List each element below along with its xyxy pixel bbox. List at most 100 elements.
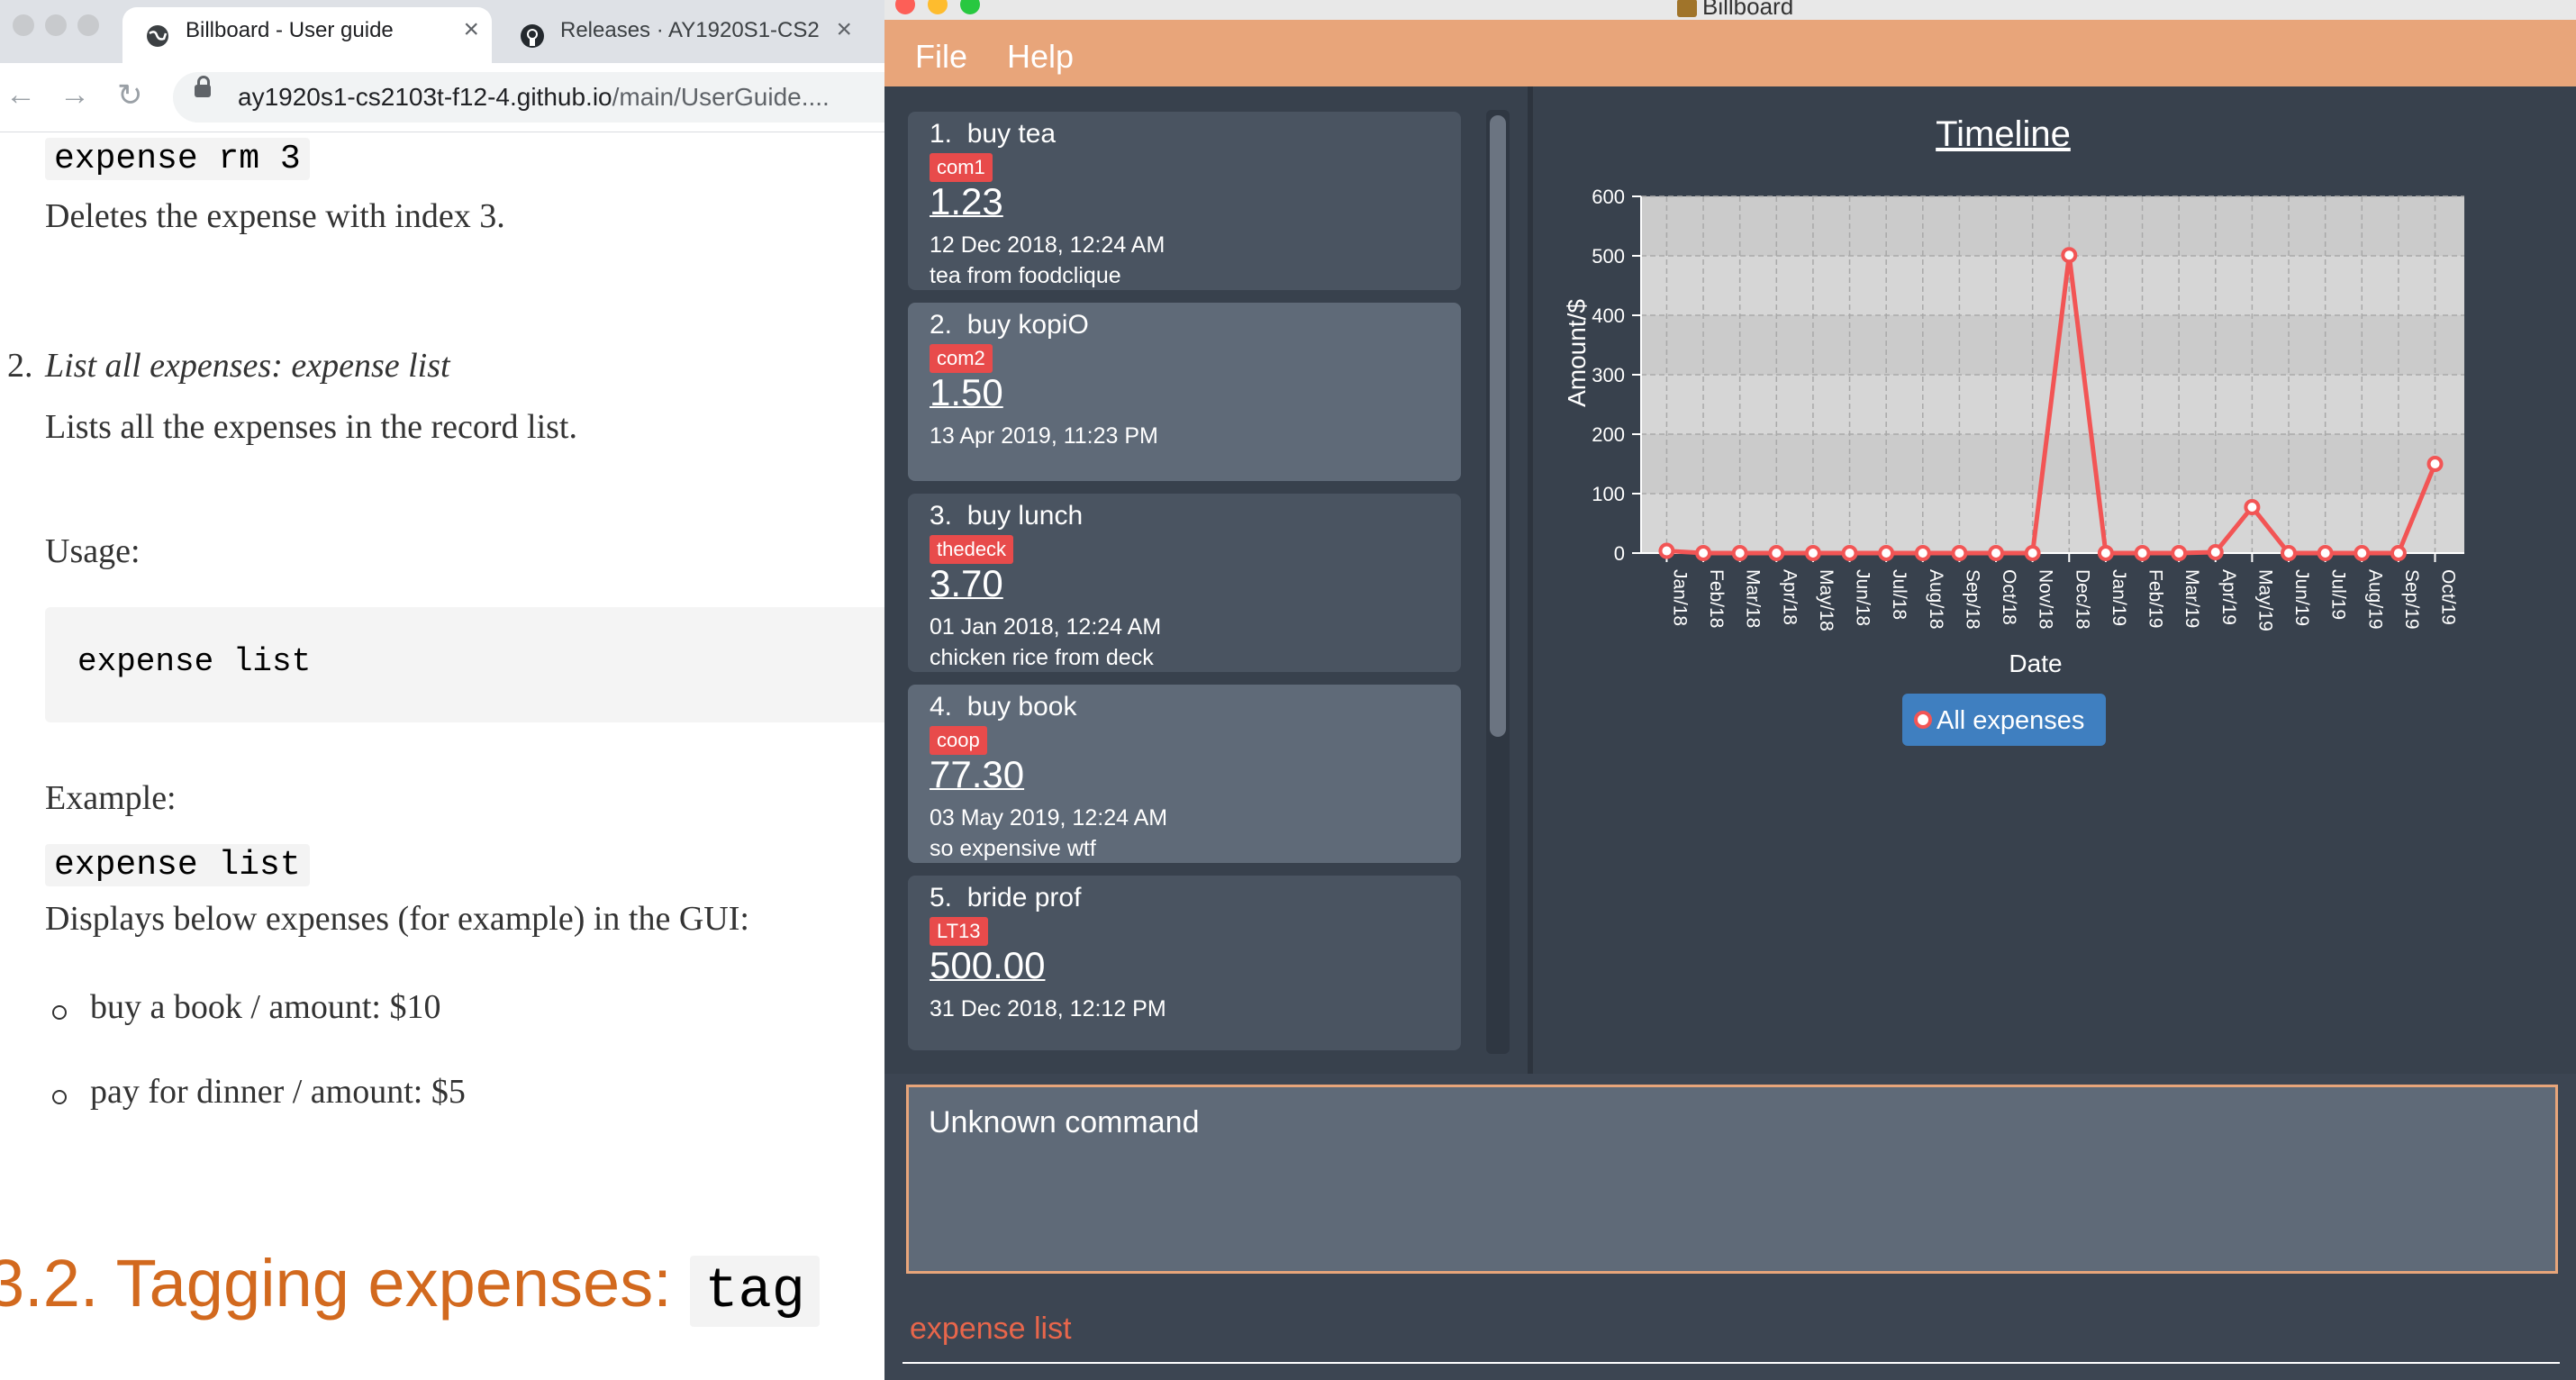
x-tick-label: Sep/18 [1962, 569, 1982, 630]
timeline-chart-panel: Timeline 0 100 200 300 400 500 600 Jan/18 Feb/18… [1533, 86, 2576, 1074]
paragraph: Deletes the expense with index 3. [45, 197, 505, 235]
x-tick-label: Jan/18 [1669, 569, 1690, 626]
x-tick-label: May/18 [1816, 569, 1837, 631]
x-tick-label: Mar/18 [1743, 569, 1764, 628]
address-bar: ← → ↻ ay1920s1-cs2103t-f12-4.github.io/m… [0, 63, 884, 132]
close-tab-icon[interactable]: × [836, 14, 852, 45]
expense-title: 4. buy book [930, 692, 1077, 722]
app-icon [1677, 0, 1697, 18]
y-tick-label: 400 [1592, 304, 1625, 327]
expense-title: 3. buy lunch [930, 501, 1084, 531]
x-tick-label: Aug/19 [2364, 569, 2385, 630]
x-tick-label: May/19 [2254, 569, 2275, 631]
y-tick-label: 100 [1592, 483, 1625, 505]
expense-date: 12 Dec 2018, 12:24 AM [930, 232, 1166, 258]
command-input[interactable]: expense list [910, 1312, 1072, 1347]
expense-amount: 77.30 [930, 753, 1025, 795]
legend-marker-icon [1914, 711, 1932, 729]
legend-label: All expenses [1937, 706, 2084, 735]
data-point [1841, 545, 1858, 561]
expense-list-panel: 1. buy tea com1 1.23 12 Dec 2018, 12:24 … [884, 86, 1528, 1074]
list-item: buy a book / amount: $10 [90, 988, 441, 1026]
x-tick-label: Dec/18 [2072, 569, 2092, 630]
url-field[interactable]: ay1920s1-cs2103t-f12-4.github.io/main/Us… [173, 72, 884, 123]
result-text: Unknown command [929, 1105, 1200, 1139]
x-tick-label: Jul/18 [1889, 569, 1909, 620]
minimize-window-icon[interactable] [45, 14, 67, 36]
url-text: ay1920s1-cs2103t-f12-4.github.io/main/Us… [238, 83, 830, 111]
minimize-window-icon[interactable] [928, 0, 948, 14]
expense-description: so expensive wtf [930, 836, 1096, 861]
code-text: expense list [77, 643, 312, 680]
menu-file[interactable]: File [915, 38, 967, 76]
menu-help[interactable]: Help [1007, 38, 1074, 76]
tab-user-guide[interactable]: Billboard - User guide × [122, 7, 492, 63]
expense-card[interactable]: 4. buy book coop 77.30 03 May 2019, 12:2… [908, 685, 1461, 863]
x-tick-label: Oct/19 [2438, 569, 2459, 625]
close-tab-icon[interactable]: × [463, 14, 479, 45]
section-heading: 3.2. Tagging expenses: tag [0, 1245, 820, 1327]
inline-code: expense rm 3 [45, 138, 310, 180]
x-tick-label: Oct/18 [1999, 569, 2019, 625]
expense-card[interactable]: 2. buy kopiO com2 1.50 13 Apr 2019, 11:2… [908, 303, 1461, 481]
expense-amount: 1.23 [930, 180, 1003, 222]
data-point [1988, 545, 2005, 561]
chart-title: Timeline [1936, 114, 2071, 154]
paragraph: Lists all the expenses in the record lis… [45, 408, 577, 446]
expense-tag: com1 [930, 153, 993, 182]
tab-releases[interactable]: Releases · AY1920S1-CS2 × [497, 7, 875, 63]
plot-band [1641, 196, 2464, 256]
expense-card[interactable]: 5. bride prof LT13 500.00 31 Dec 2018, 1… [908, 876, 1461, 1050]
close-window-icon[interactable] [13, 14, 34, 36]
expense-card[interactable]: 1. buy tea com1 1.23 12 Dec 2018, 12:24 … [908, 112, 1461, 290]
usage-label: Usage: [45, 532, 141, 570]
list-item: pay for dinner / amount: $5 [90, 1073, 466, 1111]
chart-y-label: Amount/$ [1563, 299, 1591, 407]
section-heading-text: 3.2. Tagging expenses: [0, 1246, 672, 1321]
tab-title: Releases · AY1920S1-CS2 [560, 18, 820, 42]
user-guide-content: expense rm 3 Deletes the expense with in… [0, 132, 884, 1380]
list-item-heading: List all expenses: expense list [45, 347, 450, 385]
close-window-icon[interactable] [895, 0, 915, 14]
expense-title: 2. buy kopiO [930, 310, 1089, 340]
expense-amount: 500.00 [930, 944, 1046, 986]
data-point [1914, 545, 1931, 561]
x-tick-label: Aug/18 [1926, 569, 1946, 630]
data-point [1878, 545, 1895, 561]
scrollbar-thumb[interactable] [1490, 115, 1506, 737]
x-tick-label: Mar/19 [2181, 569, 2202, 628]
list-number: 2. [7, 347, 33, 385]
x-tick-label: Apr/18 [1779, 569, 1800, 625]
window-title-text: Billboard [1702, 0, 1794, 20]
tab-strip: Billboard - User guide × Releases · AY19… [0, 0, 884, 63]
back-icon[interactable]: ← [5, 77, 36, 113]
reload-icon[interactable]: ↻ [117, 77, 143, 113]
paragraph: Displays below expenses (for example) in… [45, 900, 749, 938]
x-tick-label: Jun/19 [2291, 569, 2312, 626]
zoom-window-icon[interactable] [960, 0, 980, 14]
expense-card[interactable]: 3. buy lunch thedeck 3.70 01 Jan 2018, 1… [908, 494, 1461, 672]
zoom-window-icon[interactable] [77, 14, 99, 36]
expense-date: 01 Jan 2018, 12:24 AM [930, 614, 1162, 640]
x-tick-label: Jun/18 [1853, 569, 1873, 626]
tab-title: Billboard - User guide [186, 18, 394, 42]
expense-tag: com2 [930, 344, 993, 373]
data-point [2207, 544, 2224, 561]
bullet-icon [52, 1005, 67, 1020]
browser-window: Billboard - User guide × Releases · AY19… [0, 0, 884, 1380]
y-tick-label: 500 [1592, 245, 1625, 268]
command-box[interactable]: expense list [903, 1290, 2560, 1364]
expense-tag: thedeck [930, 535, 1014, 564]
inline-code: expense list [45, 844, 310, 886]
data-point [1804, 545, 1821, 561]
data-point [2426, 456, 2444, 472]
github-icon [519, 23, 546, 50]
data-point [2317, 545, 2334, 561]
plot-band [1641, 434, 2464, 494]
expense-date: 03 May 2019, 12:24 AM [930, 805, 1168, 831]
forward-icon[interactable]: → [59, 77, 90, 113]
y-tick-label: 600 [1592, 186, 1625, 208]
chart-legend[interactable]: All expenses [1902, 694, 2106, 746]
data-point [2024, 545, 2041, 561]
expense-description: tea from foodclique [930, 263, 1121, 288]
